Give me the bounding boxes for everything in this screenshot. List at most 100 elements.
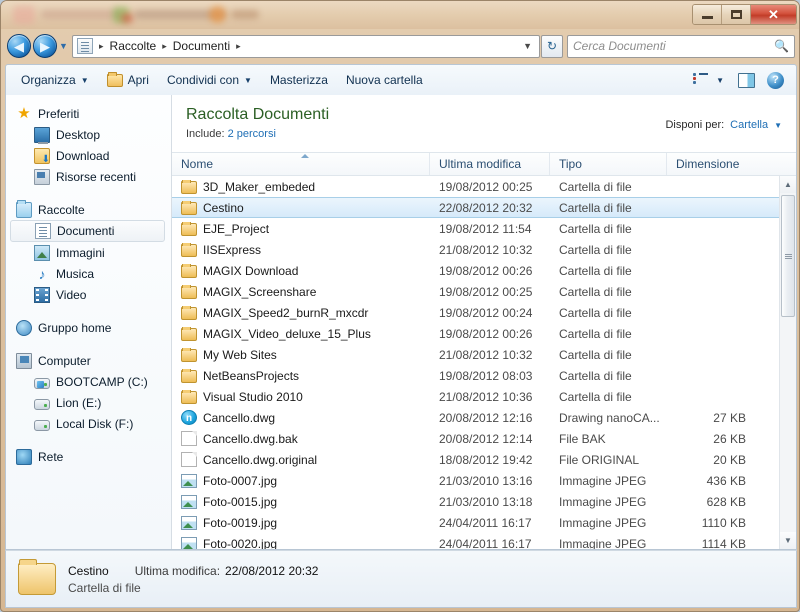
- column-header-nome[interactable]: Nome: [172, 153, 430, 175]
- homegroup-icon: [16, 319, 32, 336]
- vertical-scrollbar[interactable]: ▲ ▼: [779, 176, 796, 549]
- table-row[interactable]: Foto-0007.jpg 21/03/2010 13:16 Immagine JP…: [172, 470, 796, 491]
- table-row[interactable]: 3D_Maker_embeded 19/08/2012 00:25 Cartella…: [172, 176, 796, 197]
- file-modified-cell: 21/08/2012 10:32: [439, 347, 533, 362]
- column-header-ultima-modifica[interactable]: Ultima modifica: [430, 153, 550, 175]
- sidebar-item-gruppo-home[interactable]: Gruppo home: [6, 317, 171, 338]
- sidebar-item-risorse-recenti[interactable]: Risorse recenti: [6, 166, 171, 187]
- organize-button[interactable]: Organizza ▼: [12, 68, 98, 92]
- column-header-dimensione[interactable]: Dimensione: [667, 153, 762, 175]
- preview-pane-button[interactable]: [728, 68, 765, 92]
- file-name: Foto-0020.jpg: [203, 536, 278, 550]
- table-row[interactable]: EJE_Project 19/08/2012 11:54 Cartella di f…: [172, 218, 796, 239]
- sidebar-item-local-disk-f[interactable]: Local Disk (F:): [6, 413, 171, 434]
- file-name: 3D_Maker_embeded: [203, 179, 316, 194]
- arrange-by-control[interactable]: Disponi per: Cartella ▼: [665, 105, 782, 131]
- burn-button[interactable]: Masterizza: [261, 68, 337, 92]
- sidebar-item-desktop[interactable]: Desktop: [6, 124, 171, 145]
- new-folder-button[interactable]: Nuova cartella: [337, 68, 432, 92]
- close-button[interactable]: ✕: [751, 5, 796, 24]
- sidebar-item-lion-e[interactable]: Lion (E:): [6, 392, 171, 413]
- sidebar-item-bootcamp-c[interactable]: BOOTCAMP (C:): [6, 371, 171, 392]
- file-name: MAGIX Download: [203, 263, 299, 278]
- navigation-pane[interactable]: ★ Preferiti Desktop Download Risorse rec…: [6, 95, 172, 549]
- chevron-down-icon[interactable]: ▼: [716, 76, 724, 85]
- table-row[interactable]: Visual Studio 2010 21/08/2012 10:36 Cartel…: [172, 386, 796, 407]
- scroll-track[interactable]: [780, 193, 796, 532]
- scroll-thumb[interactable]: [781, 195, 795, 317]
- file-size-cell: 20 KB: [713, 452, 746, 467]
- scroll-down-button[interactable]: ▼: [780, 532, 796, 549]
- breadcrumb-separator[interactable]: ▸: [232, 41, 245, 52]
- recent-places-icon: [34, 168, 50, 185]
- help-button[interactable]: ?: [765, 68, 790, 92]
- file-modified-cell: 19/08/2012 00:25: [439, 179, 533, 194]
- include-locations-link[interactable]: 2 percorsi: [228, 128, 276, 140]
- sidebar-item-rete[interactable]: Rete: [6, 446, 171, 467]
- image-file-icon: [181, 474, 197, 488]
- table-row[interactable]: MAGIX_Screenshare 19/08/2012 00:25 Cartell…: [172, 281, 796, 302]
- open-label: Apri: [127, 73, 149, 87]
- file-name: Foto-0007.jpg: [203, 473, 278, 488]
- table-row[interactable]: Cancello.dwg.bak 20/08/2012 12:14 File BAK…: [172, 428, 796, 449]
- share-with-button[interactable]: Condividi con ▼: [158, 68, 261, 92]
- table-row[interactable]: Cestino 22/08/2012 20:32 Cartella di file: [172, 197, 796, 218]
- file-name-cell: My Web Sites: [172, 347, 430, 362]
- file-type-cell: Cartella di file: [559, 389, 632, 404]
- drive-icon: [34, 398, 50, 410]
- back-arrow-icon[interactable]: ◀: [7, 34, 31, 58]
- scroll-up-button[interactable]: ▲: [780, 176, 796, 193]
- sidebar-label: BOOTCAMP (C:): [56, 374, 148, 389]
- table-row[interactable]: Foto-0020.jpg 24/04/2011 16:17 Immagine JP…: [172, 533, 796, 549]
- address-bar[interactable]: ▸ Raccolte ▸ Documenti ▸ ▼: [72, 34, 540, 58]
- scroll-grip-icon: [784, 253, 792, 259]
- library-title-block: Raccolta Documenti Include: 2 percorsi: [186, 105, 329, 140]
- search-box[interactable]: Cerca Documenti 🔍: [567, 34, 795, 58]
- sidebar-item-download[interactable]: Download: [6, 145, 171, 166]
- file-type-cell: Cartella di file: [559, 368, 632, 383]
- column-header-tipo[interactable]: Tipo: [550, 153, 667, 175]
- forward-arrow-icon[interactable]: ▶: [33, 34, 57, 58]
- table-row[interactable]: MAGIX_Video_deluxe_15_Plus 19/08/2012 00:…: [172, 323, 796, 344]
- sidebar-group-rete: Rete: [6, 446, 171, 467]
- sidebar-item-raccolte[interactable]: Raccolte: [6, 199, 171, 220]
- sidebar-item-immagini[interactable]: Immagini: [6, 242, 171, 263]
- breadcrumb-raccolte[interactable]: Raccolte: [108, 39, 159, 53]
- table-row[interactable]: Foto-0019.jpg 24/04/2011 16:17 Immagine JP…: [172, 512, 796, 533]
- file-name-cell: MAGIX_Video_deluxe_15_Plus: [172, 326, 430, 341]
- change-view-button[interactable]: ▼: [684, 68, 728, 92]
- refresh-button[interactable]: ↻: [541, 34, 563, 58]
- sidebar-item-documenti[interactable]: Documenti: [10, 220, 165, 242]
- table-row[interactable]: Cancello.dwg.original 18/08/2012 19:42 Fil…: [172, 449, 796, 470]
- file-list[interactable]: 3D_Maker_embeded 19/08/2012 00:25 Cartella…: [172, 176, 796, 549]
- file-size-cell: 628 KB: [706, 494, 746, 509]
- file-modified-cell: 24/04/2011 16:17: [439, 515, 532, 530]
- file-type-cell: Immagine JPEG: [559, 536, 647, 550]
- folder-icon: [181, 242, 197, 257]
- chevron-down-icon[interactable]: ▼: [518, 41, 537, 51]
- table-row[interactable]: MAGIX_Speed2_burnR_mxcdr 19/08/2012 00:24…: [172, 302, 796, 323]
- history-dropdown-icon[interactable]: ▼: [57, 41, 70, 51]
- table-row[interactable]: NetBeansProjects 19/08/2012 08:03 Cartella…: [172, 365, 796, 386]
- title-bar[interactable]: ✕: [1, 1, 799, 29]
- file-type-cell: Immagine JPEG: [559, 494, 647, 509]
- table-row[interactable]: My Web Sites 21/08/2012 10:32 Cartella di …: [172, 344, 796, 365]
- search-input[interactable]: Cerca Documenti: [573, 39, 774, 53]
- file-modified-cell: 21/03/2010 13:18: [439, 494, 533, 509]
- table-row[interactable]: IISExpress 21/08/2012 10:32 Cartella di fi…: [172, 239, 796, 260]
- breadcrumb-separator: ▸: [162, 40, 167, 51]
- sidebar-item-computer[interactable]: Computer: [6, 350, 171, 371]
- table-row[interactable]: Foto-0015.jpg 21/03/2010 13:18 Immagine JP…: [172, 491, 796, 512]
- sidebar-item-video[interactable]: Video: [6, 284, 171, 305]
- minimize-button[interactable]: [693, 5, 722, 24]
- maximize-restore-button[interactable]: [722, 5, 751, 24]
- sidebar-item-preferiti[interactable]: ★ Preferiti: [6, 103, 171, 124]
- file-type-cell: Cartella di file: [559, 263, 632, 278]
- table-row[interactable]: n Cancello.dwg 20/08/2012 12:16 Drawing nan…: [172, 407, 796, 428]
- breadcrumb-documenti[interactable]: Documenti: [171, 39, 232, 53]
- file-name-cell: Cancello.dwg.bak: [172, 431, 430, 446]
- table-row[interactable]: MAGIX Download 19/08/2012 00:26 Cartella d…: [172, 260, 796, 281]
- file-name-cell: 3D_Maker_embeded: [172, 179, 430, 194]
- sidebar-item-musica[interactable]: ♪ Musica: [6, 263, 171, 284]
- open-button[interactable]: Apri: [98, 68, 158, 92]
